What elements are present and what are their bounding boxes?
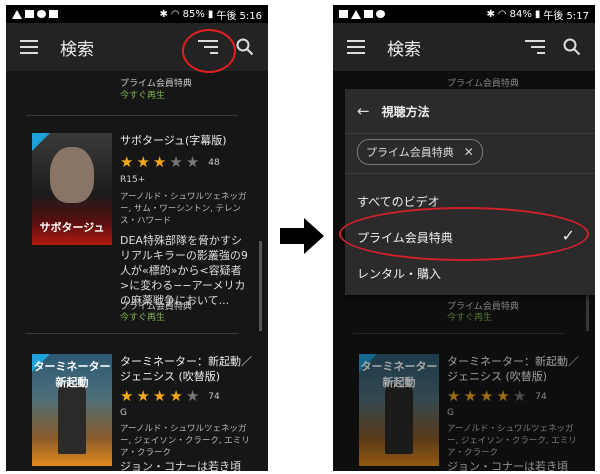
filter-sort-icon[interactable] (525, 40, 545, 54)
chip-label: プライム会員特典 (366, 146, 454, 159)
active-filter-chip[interactable]: プライム会員特典 ✕ (357, 139, 483, 165)
poster-terminator[interactable]: ターミネーター 新起動 (32, 354, 112, 466)
screenshot-before: ✱ ◠ 85% ▮ 午後 5:16 検索 プライム会員特典 今すぐ再生 サボター… (6, 5, 268, 471)
divider (26, 333, 238, 334)
wifi-icon: ◠ (497, 8, 507, 20)
image-icon (339, 10, 348, 18)
app-icon (37, 10, 46, 18)
review-count: 48 (208, 157, 220, 168)
star-icon: ★ (152, 153, 167, 171)
poster-sabotage[interactable]: サボタージュ (32, 133, 112, 245)
star-icon: ★ (185, 387, 200, 405)
star-rating: ★ ★ ★ ★ ★ 74 (120, 389, 220, 404)
review-count: 74 (208, 391, 220, 402)
back-arrow-icon[interactable]: ← (357, 102, 370, 120)
watch-now-label[interactable]: 今すぐ再生 (120, 310, 165, 323)
age-rating: R15+ (120, 175, 146, 185)
star-icon: ★ (136, 153, 150, 171)
close-icon[interactable]: ✕ (464, 145, 474, 159)
prime-badge-icon (32, 133, 50, 151)
cast: アーノルド・シュワルツェネッガー, サム・ワーシントン, テレンス・ハワード (120, 192, 247, 226)
filter-panel-header: ← 視聴方法 (345, 89, 595, 134)
item-title[interactable]: サボタージュ(字幕版) (120, 133, 260, 148)
search-icon[interactable] (236, 38, 254, 56)
star-icon: ★ (185, 153, 200, 171)
page-title: 検索 (387, 39, 421, 60)
star-icon: ★ (169, 387, 183, 405)
bluetooth-icon: ✱ (159, 8, 168, 20)
battery-percent: 84% (509, 8, 532, 20)
highlight-oval (339, 207, 589, 261)
option-rent-buy[interactable]: レンタル・購入 (357, 265, 441, 282)
scrollbar[interactable] (259, 241, 262, 331)
clock: 午後 5:16 (216, 10, 262, 22)
clock: 午後 5:17 (543, 10, 589, 22)
status-bar: ✱ ◠ 85% ▮ 午後 5:16 (6, 5, 268, 23)
battery-icon: ▮ (207, 8, 214, 20)
warning-icon (351, 9, 361, 19)
filter-panel-title: 視聴方法 (381, 104, 430, 119)
item-title[interactable]: ターミネーター：新起動／ジェニシス (吹替版) (120, 354, 260, 384)
star-icon: ★ (120, 387, 134, 405)
divider (345, 173, 595, 174)
description: DEA特殊部隊を脅かすシリアルキラーの影叢強の9人が«標的»から<容疑者>に変わ… (120, 234, 248, 307)
star-icon: ★ (136, 387, 150, 405)
cast: アーノルド・シュワルツェネッガー, ジェイソン・クラーク, エミリア・クラーク (120, 424, 250, 458)
star-icon: ★ (152, 387, 167, 405)
menu-icon[interactable] (20, 40, 38, 54)
page-title: 検索 (60, 39, 94, 60)
screenshot-after: ✱ ◠ 84% ▮ 午後 5:17 検索 プライム会員特典 プライム会員特典 今… (333, 5, 595, 471)
watch-now-label[interactable]: 今すぐ再生 (120, 88, 165, 101)
status-bar: ✱ ◠ 84% ▮ 午後 5:17 (333, 5, 595, 23)
highlight-circle (182, 29, 236, 73)
search-results: プライム会員特典 今すぐ再生 サボタージュ サボタージュ(字幕版) ★ ★ ★ … (6, 71, 268, 471)
battery-percent: 85% (182, 8, 205, 20)
arrow-right-icon (280, 218, 324, 254)
menu-icon[interactable] (347, 40, 365, 54)
age-rating: G (120, 408, 127, 418)
app-bar: 検索 (333, 23, 595, 71)
star-icon: ★ (120, 153, 134, 171)
app-icon (376, 10, 385, 18)
star-rating: ★ ★ ★ ★ ★ 48 (120, 155, 220, 170)
description: ジョン・コナーは若き頃 (120, 460, 241, 471)
divider (26, 115, 238, 116)
notification-icon (364, 10, 373, 18)
battery-icon: ▮ (534, 8, 541, 20)
bluetooth-icon: ✱ (486, 8, 495, 20)
filter-panel: ← 視聴方法 プライム会員特典 ✕ すべてのビデオ プライム会員特典 ✓ レンタ… (345, 89, 595, 295)
message-icon (49, 10, 58, 18)
search-icon[interactable] (563, 38, 581, 56)
wifi-icon: ◠ (170, 8, 180, 20)
warning-icon (12, 9, 22, 19)
star-icon: ★ (169, 153, 183, 171)
notification-icon (25, 10, 34, 18)
